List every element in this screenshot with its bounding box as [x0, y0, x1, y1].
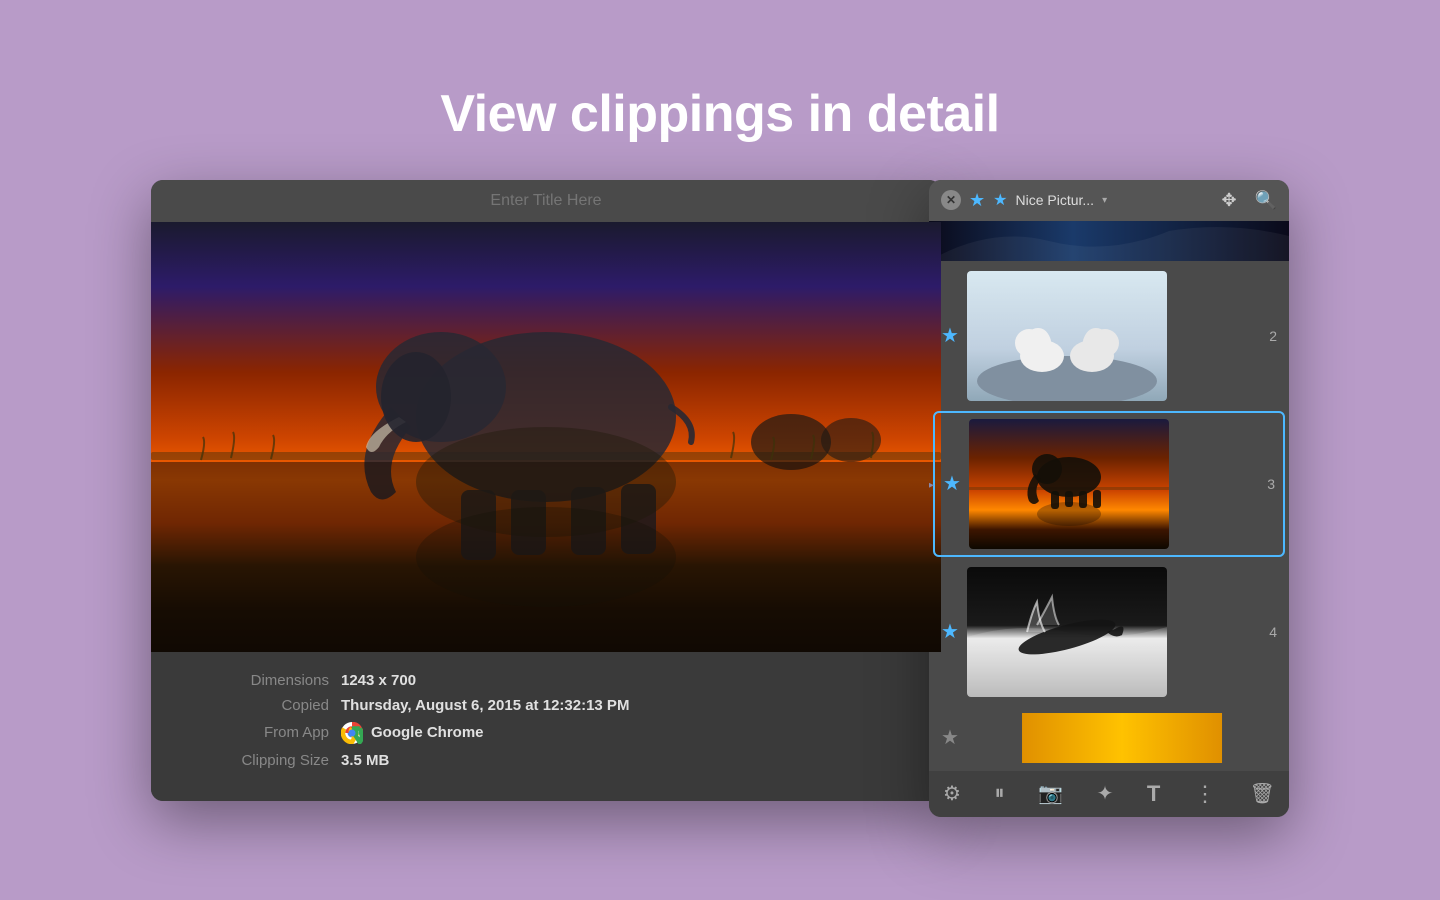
main-container: Dimensions 1243 x 700 Copied Thursday, A…	[151, 180, 1289, 817]
list-item[interactable]: ★	[933, 265, 1285, 407]
list-item[interactable]: ★	[933, 561, 1285, 703]
trash-icon[interactable]: 🗑	[1250, 781, 1275, 806]
detail-titlebar	[151, 180, 941, 222]
sidebar-panel: ✕ ★ ★ Nice Pictur... ▾ ✥ 🔍	[929, 180, 1289, 817]
close-button[interactable]: ✕	[941, 190, 961, 210]
detail-image-area	[151, 222, 941, 652]
item-thumbnail	[967, 567, 1167, 697]
sidebar-bottom-toolbar: ⚙ ⏸ 📷 ✦ T ⋮ 🗑	[929, 771, 1289, 817]
elephant-scene	[151, 222, 941, 652]
dimensions-row: Dimensions 1243 x 700	[181, 672, 911, 689]
item-number: 3	[1259, 476, 1275, 492]
sidebar-title: Nice Pictur...	[1015, 192, 1094, 208]
detail-info: Dimensions 1243 x 700 Copied Thursday, A…	[151, 652, 941, 801]
more-options-icon[interactable]: ⋮	[1194, 781, 1216, 807]
item-star-icon[interactable]: ★	[941, 323, 959, 348]
from-app-label: From App	[181, 724, 341, 741]
item-star-icon[interactable]: ★	[941, 725, 959, 750]
page-title: View clippings in detail	[440, 84, 999, 144]
close-icon: ✕	[946, 193, 956, 207]
copied-label: Copied	[181, 697, 341, 714]
sidebar-list: ★	[929, 261, 1289, 771]
favorite-star-icon[interactable]: ★	[969, 190, 985, 211]
selection-arrow: ▶	[929, 471, 934, 497]
clipping-size-row: Clipping Size 3.5 MB	[181, 752, 911, 769]
item-number: 4	[1261, 624, 1277, 640]
item-thumbnail	[967, 271, 1167, 401]
dimensions-label: Dimensions	[181, 672, 341, 689]
gear-icon[interactable]: ⚙	[943, 781, 961, 806]
item-thumbnail	[967, 713, 1277, 763]
list-item[interactable]: ★	[933, 707, 1285, 767]
from-app-row: From App Google Chrome	[181, 722, 911, 744]
item-thumbnail	[969, 419, 1169, 549]
item-number: 2	[1261, 328, 1277, 344]
copied-value: Thursday, August 6, 2015 at 12:32:13 PM	[341, 697, 629, 714]
search-icon[interactable]: 🔍	[1255, 190, 1277, 211]
item-star-icon[interactable]: ★	[941, 619, 959, 644]
sidebar-top-image	[929, 221, 1289, 261]
chevron-down-icon[interactable]: ▾	[1102, 195, 1107, 206]
dimensions-value: 1243 x 700	[341, 672, 416, 689]
copied-row: Copied Thursday, August 6, 2015 at 12:32…	[181, 697, 911, 714]
clipping-size-label: Clipping Size	[181, 752, 341, 769]
clipping-size-value: 3.5 MB	[341, 752, 389, 769]
move-icon[interactable]: ✥	[1221, 190, 1236, 211]
item-star-icon[interactable]: ★	[943, 471, 961, 496]
starred-title-icon: ★	[993, 190, 1007, 210]
camera-icon[interactable]: 📷	[1038, 781, 1063, 806]
detail-panel: Dimensions 1243 x 700 Copied Thursday, A…	[151, 180, 941, 801]
text-icon[interactable]: T	[1147, 781, 1160, 807]
from-app-value: Google Chrome	[371, 724, 484, 741]
star-icon[interactable]: ✦	[1097, 781, 1114, 806]
chrome-icon	[341, 722, 363, 744]
detail-title-input[interactable]	[167, 192, 925, 210]
pause-icon[interactable]: ⏸	[995, 782, 1005, 805]
sidebar-titlebar: ✕ ★ ★ Nice Pictur... ▾ ✥ 🔍	[929, 180, 1289, 221]
list-item-active[interactable]: ▶ ★	[933, 411, 1285, 557]
